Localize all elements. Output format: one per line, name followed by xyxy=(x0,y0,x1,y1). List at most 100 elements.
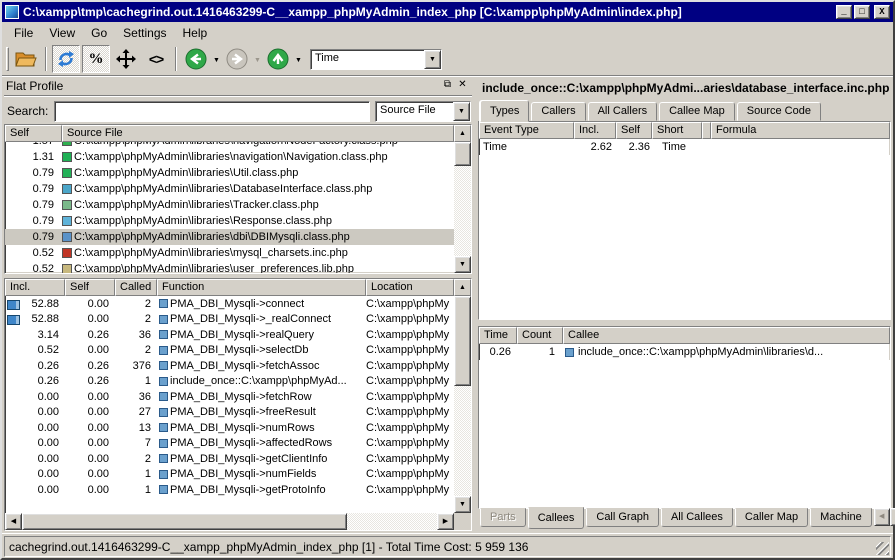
menu-item-help[interactable]: Help xyxy=(175,24,216,42)
column-header-callee[interactable]: Callee xyxy=(563,327,890,344)
tab-callees[interactable]: Callees xyxy=(528,507,585,529)
function-row[interactable]: 3.14 0.26 36 PMA_DBI_Mysqli->realQuery C… xyxy=(5,327,454,343)
menu-item-file[interactable]: File xyxy=(6,24,41,42)
percent-icon: % xyxy=(89,51,104,68)
tab-all-callees[interactable]: All Callees xyxy=(661,508,733,527)
column-header-time[interactable]: Time xyxy=(479,327,517,344)
forward-dropdown-arrow[interactable]: ▼ xyxy=(252,55,263,64)
self-cost-cell: 1.31 xyxy=(5,151,62,163)
function-row[interactable]: 0.00 0.00 1 PMA_DBI_Mysqli->numFields C:… xyxy=(5,467,454,483)
dock-close-icon[interactable]: ✕ xyxy=(455,79,470,93)
scroll-up-icon[interactable]: ▲ xyxy=(454,125,471,142)
menu-item-go[interactable]: Go xyxy=(83,24,115,42)
column-header-called[interactable]: Called xyxy=(115,279,157,296)
column-header-self[interactable]: Self xyxy=(616,122,652,139)
scrollbar-thumb[interactable] xyxy=(454,296,471,386)
source-file-row[interactable]: 0.52 C:\xampp\phpMyAdmin\libraries\mysql… xyxy=(5,245,454,261)
scrollbar-thumb[interactable] xyxy=(22,513,347,530)
source-file-row[interactable]: 0.79 C:\xampp\phpMyAdmin\libraries\dbi\D… xyxy=(5,229,454,245)
callee-row[interactable]: 0.26 1 include_once::C:\xampp\phpMyAdmin… xyxy=(479,344,890,360)
vertical-scrollbar[interactable]: ▼ xyxy=(454,142,471,273)
function-row[interactable]: 0.26 0.26 376 PMA_DBI_Mysqli->fetchAssoc… xyxy=(5,358,454,374)
column-header-source-file[interactable]: Source File xyxy=(62,125,454,142)
tab-all-callers[interactable]: All Callers xyxy=(588,102,658,121)
column-header-self[interactable]: Self xyxy=(65,279,115,296)
column-header-function[interactable]: Function xyxy=(157,279,366,296)
source-file-row[interactable]: 0.52 C:\xampp\phpMyAdmin\libraries\user_… xyxy=(5,261,454,273)
tab-scroll-right-icon[interactable]: ▶ xyxy=(890,508,895,526)
function-row[interactable]: 52.88 0.00 2 PMA_DBI_Mysqli->_realConnec… xyxy=(5,312,454,328)
function-row[interactable]: 0.00 0.00 2 PMA_DBI_Mysqli->getClientInf… xyxy=(5,451,454,467)
tab-callee-map[interactable]: Callee Map xyxy=(659,102,735,121)
percentage-toggle-button[interactable]: % xyxy=(82,45,110,73)
tab-source-code[interactable]: Source Code xyxy=(737,102,821,121)
function-row[interactable]: 0.26 0.26 1 include_once::C:\xampp\phpMy… xyxy=(5,374,454,390)
self-cell: 2.36 xyxy=(616,141,652,153)
column-header-self[interactable]: Self xyxy=(5,125,62,142)
dock-float-icon[interactable]: ⧉ xyxy=(440,79,455,93)
source-file-row[interactable]: 0.79 C:\xampp\phpMyAdmin\libraries\Respo… xyxy=(5,213,454,229)
source-file-row[interactable]: 1.57 C:\xampp\phpMyAdmin\libraries\navig… xyxy=(5,142,454,149)
incl-cost-cell: 0.52 xyxy=(5,344,65,356)
function-row[interactable]: 0.00 0.00 36 PMA_DBI_Mysqli->fetchRow C:… xyxy=(5,389,454,405)
relative-cost-button[interactable]: <> xyxy=(142,45,170,73)
column-header-location[interactable]: Location xyxy=(366,279,454,296)
tab-call-graph[interactable]: Call Graph xyxy=(586,508,659,527)
function-icon xyxy=(159,377,168,386)
event-type-combobox[interactable]: Time ▼ xyxy=(310,49,442,70)
vertical-scrollbar[interactable]: ▼ xyxy=(454,296,471,513)
move-cross-icon xyxy=(116,49,136,69)
expand-areas-button[interactable] xyxy=(112,45,140,73)
tab-callers[interactable]: Callers xyxy=(531,102,585,121)
function-row[interactable]: 0.00 0.00 1 PMA_DBI_Mysqli->getProtoInfo… xyxy=(5,482,454,498)
scroll-down-icon[interactable]: ▼ xyxy=(454,256,471,273)
function-row[interactable]: 0.00 0.00 27 PMA_DBI_Mysqli->freeResult … xyxy=(5,405,454,421)
tab-machine[interactable]: Machine xyxy=(810,508,872,527)
grouping-combobox[interactable]: Source File ▼ xyxy=(375,101,471,122)
horizontal-scrollbar[interactable]: ◀ ▶ xyxy=(5,513,471,530)
column-header-short[interactable]: Short xyxy=(652,122,702,139)
column-header-incl[interactable]: Incl. xyxy=(574,122,616,139)
scrollbar-thumb[interactable] xyxy=(454,142,471,166)
function-row[interactable]: 0.00 0.00 13 PMA_DBI_Mysqli->numRows C:\… xyxy=(5,420,454,436)
tab-parts[interactable]: Parts xyxy=(480,508,526,527)
column-header-formula[interactable]: Formula xyxy=(711,122,890,139)
up-button[interactable] xyxy=(264,45,292,73)
scroll-down-icon[interactable]: ▼ xyxy=(454,496,471,513)
open-file-button[interactable] xyxy=(12,45,40,73)
tab-caller-map[interactable]: Caller Map xyxy=(735,508,808,527)
tab-types[interactable]: Types xyxy=(480,100,529,122)
source-file-row[interactable]: 0.79 C:\xampp\phpMyAdmin\libraries\Track… xyxy=(5,197,454,213)
close-button[interactable]: X xyxy=(874,5,890,19)
function-row[interactable]: 0.52 0.00 2 PMA_DBI_Mysqli->selectDb C:\… xyxy=(5,343,454,359)
source-file-row[interactable]: 0.79 C:\xampp\phpMyAdmin\libraries\Util.… xyxy=(5,165,454,181)
back-button[interactable] xyxy=(182,45,210,73)
column-header-incl[interactable]: Incl. xyxy=(5,279,65,296)
cycle-detection-button[interactable] xyxy=(52,45,80,73)
back-dropdown-arrow[interactable]: ▼ xyxy=(211,55,222,64)
scroll-left-icon[interactable]: ◀ xyxy=(5,513,22,530)
forward-button[interactable] xyxy=(223,45,251,73)
chevron-down-icon[interactable]: ▼ xyxy=(424,50,441,69)
up-dropdown-arrow[interactable]: ▼ xyxy=(293,55,304,64)
column-header-count[interactable]: Count xyxy=(517,327,563,344)
function-row[interactable]: 0.00 0.00 7 PMA_DBI_Mysqli->affectedRows… xyxy=(5,436,454,452)
event-type-cell: Time xyxy=(479,141,574,153)
minimize-button[interactable]: _ xyxy=(836,5,852,19)
source-file-row[interactable]: 1.31 C:\xampp\phpMyAdmin\libraries\navig… xyxy=(5,149,454,165)
toolbar-grip[interactable] xyxy=(6,47,9,71)
menu-item-settings[interactable]: Settings xyxy=(115,24,174,42)
tab-scroll-left-icon[interactable]: ◀ xyxy=(874,508,890,526)
menu-item-view[interactable]: View xyxy=(41,24,83,42)
function-row[interactable]: 52.88 0.00 2 PMA_DBI_Mysqli->connect C:\… xyxy=(5,296,454,312)
chevron-down-icon[interactable]: ▼ xyxy=(453,102,470,121)
scroll-right-icon[interactable]: ▶ xyxy=(437,513,454,530)
event-type-row[interactable]: Time 2.62 2.36 Time xyxy=(479,139,890,155)
search-input[interactable] xyxy=(54,101,370,122)
scroll-up-icon[interactable]: ▲ xyxy=(454,279,471,296)
column-header-event-type[interactable]: Event Type xyxy=(479,122,574,139)
resize-grip-icon[interactable] xyxy=(876,542,889,555)
maximize-button[interactable]: □ xyxy=(854,5,870,19)
source-file-row[interactable]: 0.79 C:\xampp\phpMyAdmin\libraries\Datab… xyxy=(5,181,454,197)
title-bar: C:\xampp\tmp\cachegrind.out.1416463299-C… xyxy=(2,2,893,22)
